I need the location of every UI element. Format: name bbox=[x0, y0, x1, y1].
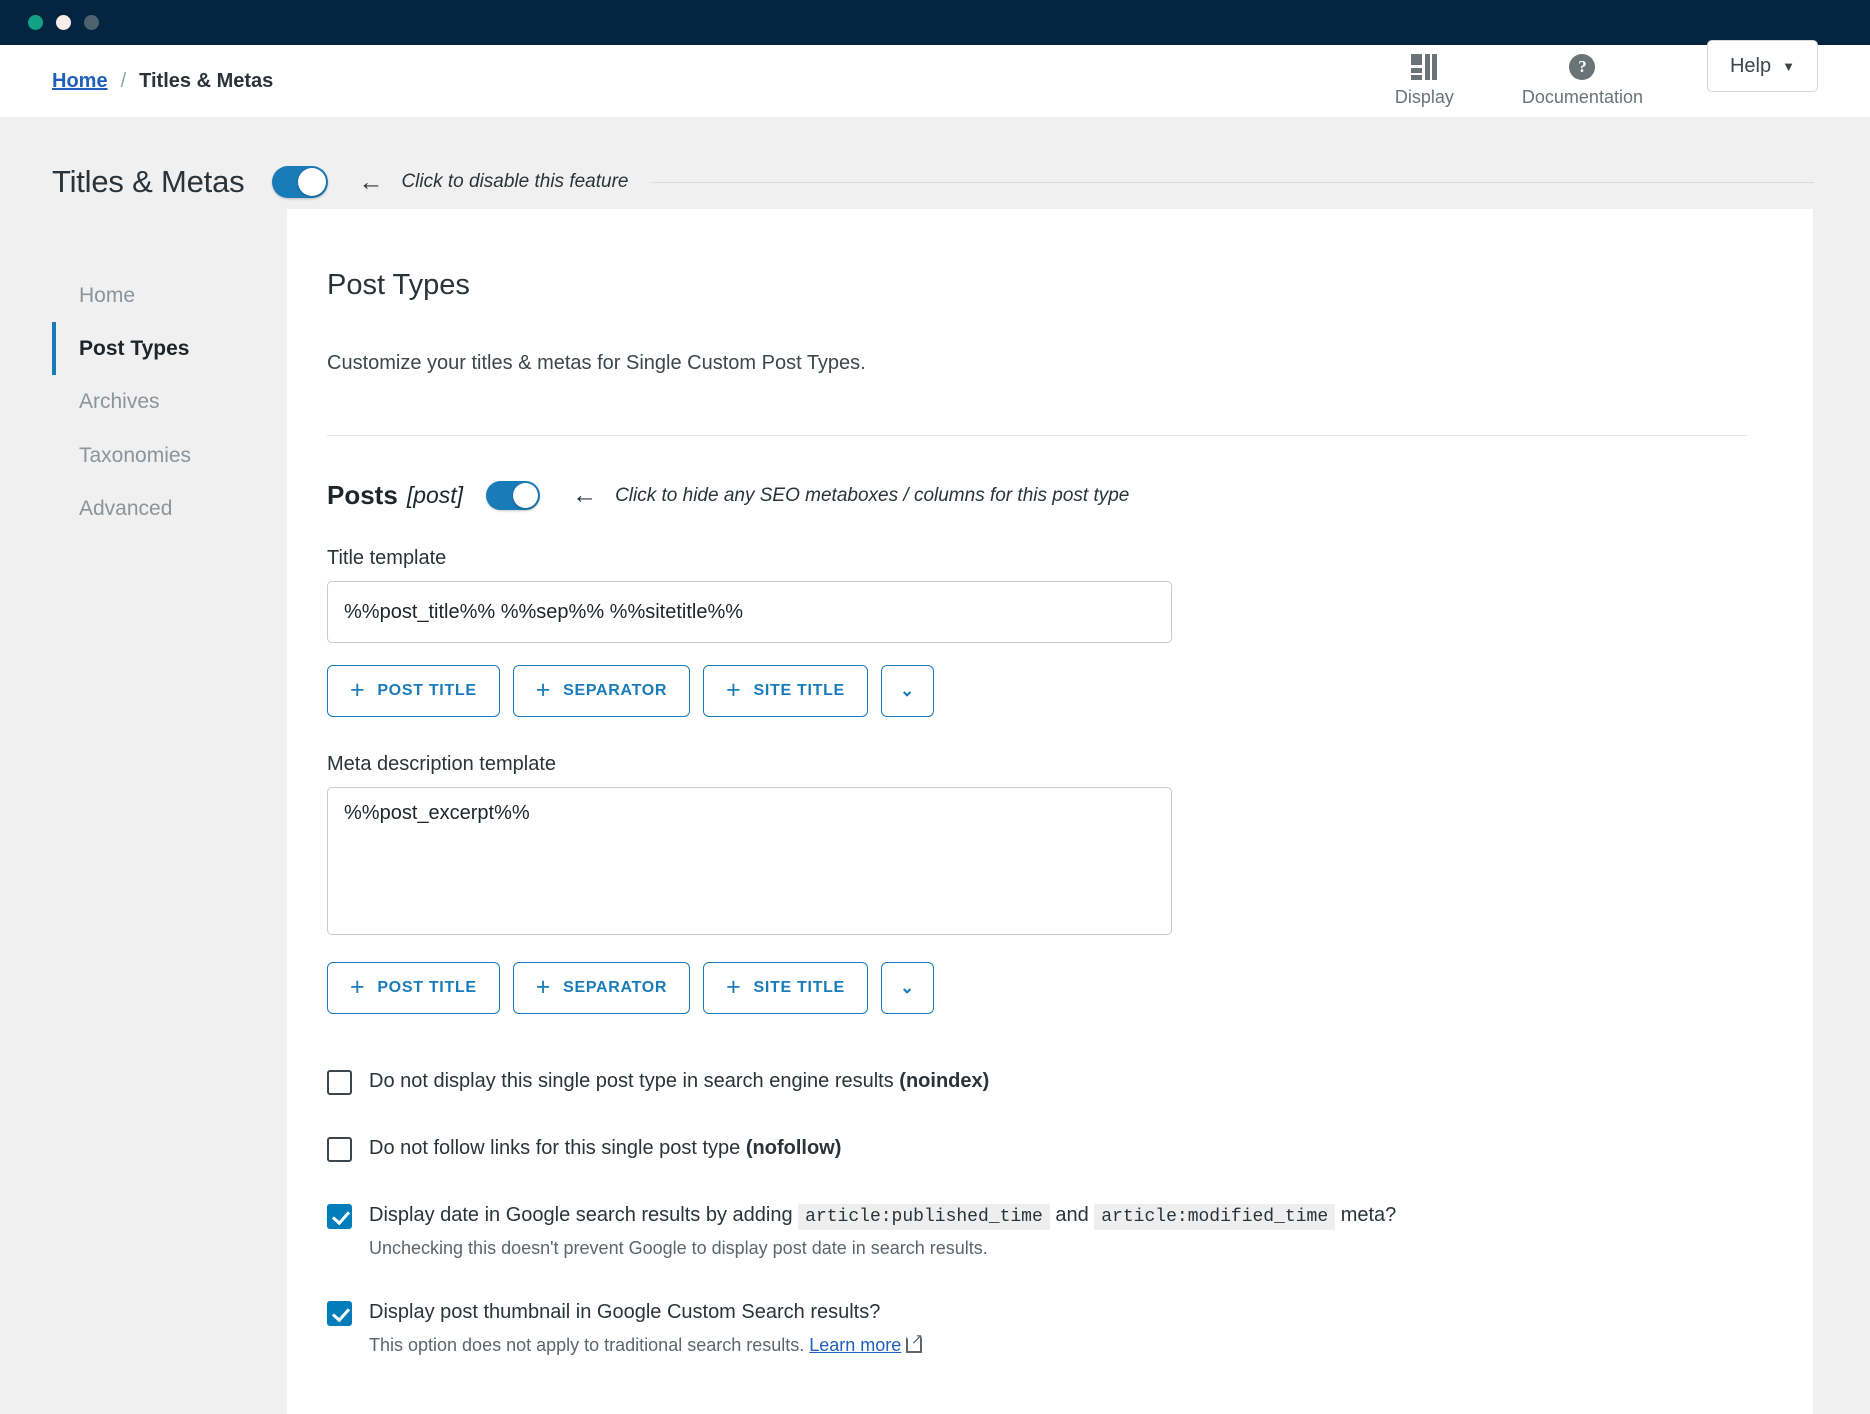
plus-icon: + bbox=[536, 975, 551, 1000]
external-link-icon bbox=[906, 1338, 921, 1353]
sidebar-item-home[interactable]: Home bbox=[52, 269, 287, 322]
meta-description-textarea[interactable] bbox=[327, 787, 1172, 935]
meta-insert-separator-button[interactable]: + SEPARATOR bbox=[513, 962, 690, 1014]
meta-more-tags-button[interactable]: ⌄ bbox=[881, 962, 934, 1014]
meta-insert-site-title-button[interactable]: + SITE TITLE bbox=[703, 962, 868, 1014]
breadcrumb: Home / Titles & Metas bbox=[52, 70, 273, 93]
page-body: Titles & Metas ← Click to disable this f… bbox=[0, 117, 1870, 1414]
window-minimize-dot[interactable] bbox=[56, 15, 71, 30]
published-time-code: article:published_time bbox=[798, 1204, 1050, 1230]
settings-card: Post Types Customize your titles & metas… bbox=[287, 209, 1813, 1414]
nofollow-text: Do not follow links for this single post… bbox=[369, 1137, 746, 1159]
section-description: Customize your titles & metas for Single… bbox=[327, 352, 1747, 375]
nofollow-strong: (nofollow) bbox=[746, 1137, 842, 1159]
top-bar: Home / Titles & Metas Display ? Document… bbox=[0, 45, 1870, 117]
settings-sidebar: Home Post Types Archives Taxonomies Adva… bbox=[52, 209, 287, 535]
display-date-part2: and bbox=[1055, 1204, 1088, 1226]
display-date-label: Display date in Google search results by… bbox=[369, 1202, 1396, 1229]
window-close-dot[interactable] bbox=[28, 15, 43, 30]
toggle-knob bbox=[298, 168, 326, 196]
feature-toggle[interactable] bbox=[272, 166, 328, 198]
plus-icon: + bbox=[536, 678, 551, 703]
meta-insert-post-title-button[interactable]: + POST TITLE bbox=[327, 962, 500, 1014]
feature-toggle-hint: Click to disable this feature bbox=[401, 171, 628, 193]
insert-separator-button[interactable]: + SEPARATOR bbox=[513, 665, 690, 717]
display-date-sub-text: Unchecking this doesn't prevent Google t… bbox=[369, 1238, 1747, 1259]
sidebar-item-archives[interactable]: Archives bbox=[52, 375, 287, 428]
display-date-part1: Display date in Google search results by… bbox=[369, 1204, 793, 1226]
meta-insert-post-title-label: POST TITLE bbox=[377, 979, 476, 997]
insert-site-title-label: SITE TITLE bbox=[753, 682, 844, 700]
chevron-down-icon: ⌄ bbox=[900, 681, 915, 701]
breadcrumb-separator: / bbox=[121, 70, 127, 93]
display-thumbnail-checkbox-row: Display post thumbnail in Google Custom … bbox=[327, 1299, 1747, 1326]
title-tag-buttons: + POST TITLE + SEPARATOR + SITE TITLE ⌄ bbox=[327, 665, 1747, 717]
question-mark-icon: ? bbox=[1569, 54, 1595, 80]
arrow-left-icon: ← bbox=[572, 483, 597, 508]
header-rule bbox=[651, 182, 1815, 183]
display-action-button[interactable]: Display bbox=[1361, 54, 1488, 108]
plus-icon: + bbox=[350, 975, 365, 1000]
modified-time-code: article:modified_time bbox=[1094, 1204, 1335, 1230]
noindex-checkbox-row: Do not display this single post type in … bbox=[327, 1068, 1747, 1095]
page-header: Titles & Metas ← Click to disable this f… bbox=[0, 117, 1870, 209]
page-title: Titles & Metas bbox=[52, 164, 244, 200]
insert-site-title-button[interactable]: + SITE TITLE bbox=[703, 665, 868, 717]
display-thumbnail-sub-row: This option does not apply to traditiona… bbox=[369, 1335, 1747, 1356]
documentation-action-label: Documentation bbox=[1522, 87, 1643, 108]
display-date-part3: meta? bbox=[1341, 1204, 1397, 1226]
title-template-label: Title template bbox=[327, 547, 1747, 570]
sidebar-item-advanced[interactable]: Advanced bbox=[52, 482, 287, 535]
sidebar-item-taxonomies[interactable]: Taxonomies bbox=[52, 429, 287, 482]
meta-insert-site-title-label: SITE TITLE bbox=[753, 979, 844, 997]
nofollow-checkbox-row: Do not follow links for this single post… bbox=[327, 1135, 1747, 1162]
nofollow-checkbox[interactable] bbox=[327, 1137, 352, 1162]
post-type-toggle-hint: Click to hide any SEO metaboxes / column… bbox=[615, 485, 1129, 507]
insert-post-title-label: POST TITLE bbox=[377, 682, 476, 700]
topbar-actions: Display ? Documentation Help ▼ bbox=[1361, 54, 1818, 108]
noindex-text: Do not display this single post type in … bbox=[369, 1070, 899, 1092]
section-title: Post Types bbox=[327, 269, 1747, 302]
noindex-checkbox[interactable] bbox=[327, 1070, 352, 1095]
display-date-checkbox-row: Display date in Google search results by… bbox=[327, 1202, 1747, 1229]
breadcrumb-current: Titles & Metas bbox=[139, 70, 273, 93]
toggle-knob bbox=[513, 483, 538, 508]
display-action-label: Display bbox=[1395, 87, 1454, 108]
display-thumbnail-checkbox[interactable] bbox=[327, 1301, 352, 1326]
section-divider bbox=[327, 435, 1747, 436]
display-thumbnail-sub-text: This option does not apply to traditiona… bbox=[369, 1335, 804, 1355]
display-thumbnail-label: Display post thumbnail in Google Custom … bbox=[369, 1299, 880, 1325]
insert-post-title-button[interactable]: + POST TITLE bbox=[327, 665, 500, 717]
insert-separator-label: SEPARATOR bbox=[563, 682, 667, 700]
meta-description-label: Meta description template bbox=[327, 753, 1747, 776]
content-layout: Home Post Types Archives Taxonomies Adva… bbox=[0, 209, 1870, 1414]
more-tags-button[interactable]: ⌄ bbox=[881, 665, 934, 717]
help-button-label: Help bbox=[1730, 55, 1771, 78]
plus-icon: + bbox=[726, 678, 741, 703]
post-type-header: Posts [post] ← Click to hide any SEO met… bbox=[327, 480, 1747, 511]
arrow-left-icon: ← bbox=[358, 170, 383, 195]
post-type-slug: [post] bbox=[407, 482, 463, 509]
sidebar-item-post-types[interactable]: Post Types bbox=[52, 322, 287, 375]
plus-icon: + bbox=[726, 975, 741, 1000]
noindex-label: Do not display this single post type in … bbox=[369, 1068, 989, 1094]
nofollow-label: Do not follow links for this single post… bbox=[369, 1135, 841, 1161]
help-dropdown-button[interactable]: Help ▼ bbox=[1707, 40, 1818, 92]
display-date-checkbox[interactable] bbox=[327, 1204, 352, 1229]
plus-icon: + bbox=[350, 678, 365, 703]
documentation-action-button[interactable]: ? Documentation bbox=[1488, 54, 1677, 108]
window-titlebar bbox=[0, 0, 1870, 45]
chevron-down-icon: ⌄ bbox=[900, 978, 915, 998]
chevron-down-icon: ▼ bbox=[1782, 59, 1795, 74]
post-type-name: Posts bbox=[327, 480, 398, 511]
title-template-input[interactable] bbox=[327, 581, 1172, 643]
noindex-strong: (noindex) bbox=[899, 1070, 989, 1092]
display-layout-icon bbox=[1411, 54, 1437, 80]
learn-more-link[interactable]: Learn more bbox=[809, 1335, 901, 1355]
window-maximize-dot[interactable] bbox=[84, 15, 99, 30]
meta-tag-buttons: + POST TITLE + SEPARATOR + SITE TITLE ⌄ bbox=[327, 962, 1747, 1014]
breadcrumb-home-link[interactable]: Home bbox=[52, 70, 108, 93]
post-type-toggle[interactable] bbox=[486, 481, 540, 510]
meta-insert-separator-label: SEPARATOR bbox=[563, 979, 667, 997]
